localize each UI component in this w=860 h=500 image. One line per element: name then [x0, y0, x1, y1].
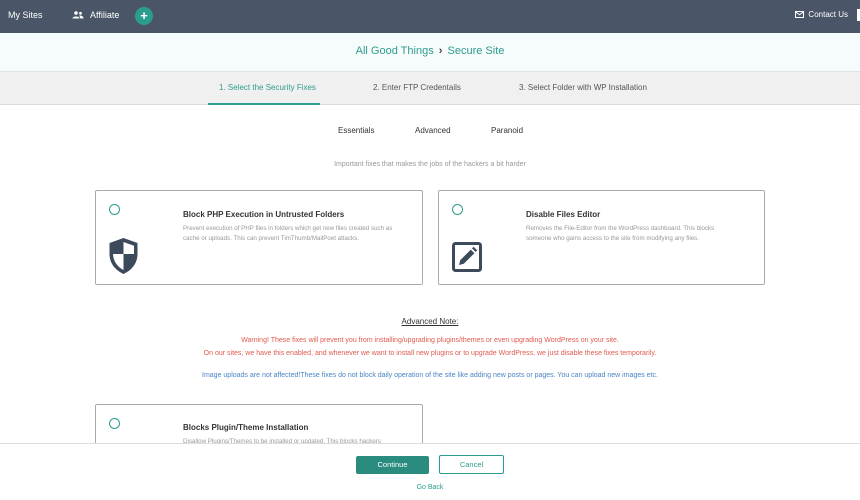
tab-paranoid[interactable]: Paranoid: [491, 126, 523, 135]
card-title: Disable Files Editor: [526, 210, 601, 219]
warning-text: Warning! These fixes will prevent you fr…: [241, 337, 619, 344]
add-site-button[interactable]: +: [135, 7, 153, 25]
contact-us-link[interactable]: Contact Us: [795, 10, 848, 19]
step-3[interactable]: 3. Select Folder with WP Installation: [519, 83, 647, 92]
wizard-steps: 1. Select the Security Fixes 2. Enter FT…: [0, 71, 860, 105]
contact-us-label: Contact Us: [808, 10, 848, 19]
card-description-line: someone who gains access to the site fro…: [526, 234, 699, 242]
card-description-line: Removes the File-Editor from the WordPre…: [526, 225, 715, 232]
affiliate-label: Affiliate: [90, 10, 120, 20]
users-icon: [72, 11, 84, 19]
go-back-link[interactable]: Go Back: [0, 484, 860, 491]
fix-card-block-php[interactable]: Block PHP Execution in Untrusted Folders…: [95, 190, 423, 285]
fix-card-disable-editor[interactable]: Disable Files Editor Removes the File-Ed…: [438, 190, 765, 285]
my-sites-link[interactable]: My Sites: [8, 10, 43, 20]
breadcrumb-site[interactable]: All Good Things: [356, 45, 434, 57]
page-header: All Good Things › Secure Site: [0, 33, 860, 71]
breadcrumb: All Good Things › Secure Site: [0, 45, 860, 57]
warning-text: On our sites, we have this enabled, and …: [203, 350, 657, 357]
mail-icon: [795, 11, 805, 18]
tab-advanced[interactable]: Advanced: [415, 126, 451, 135]
advanced-note-heading-text: Advanced Note:: [401, 317, 459, 326]
cancel-button[interactable]: Cancel: [439, 455, 504, 474]
breadcrumb-separator: ›: [438, 45, 443, 57]
card-title: Block PHP Execution in Untrusted Folders: [183, 210, 345, 219]
continue-button[interactable]: Continue: [356, 456, 429, 474]
step-1[interactable]: 1. Select the Security Fixes: [219, 83, 316, 92]
breadcrumb-page: Secure Site: [447, 45, 505, 57]
select-radio[interactable]: [452, 204, 463, 215]
edit-icon: [452, 242, 482, 272]
shield-icon: [109, 238, 138, 274]
card-description-line: Prevent execution of PHP files in folder…: [183, 225, 393, 232]
select-radio[interactable]: [109, 418, 120, 429]
card-description-line: cache or uploads. This can prevent TimTh…: [183, 234, 359, 242]
info-text: Image uploads are not affected!These fix…: [202, 372, 658, 379]
affiliate-link[interactable]: Affiliate: [72, 10, 119, 20]
tab-essentials[interactable]: Essentials: [338, 126, 374, 135]
advanced-note-heading: Advanced Note:: [0, 317, 860, 326]
action-bar: Continue Cancel Go Back: [0, 443, 860, 500]
top-navbar: My Sites Affiliate + Contact Us: [0, 0, 860, 33]
select-radio[interactable]: [109, 204, 120, 215]
card-title: Blocks Plugin/Theme Installation: [183, 423, 309, 432]
active-step-indicator: [208, 103, 320, 105]
section-subtitle: Important fixes that makes the jobs of t…: [334, 161, 526, 168]
step-2[interactable]: 2. Enter FTP Credentails: [373, 83, 461, 92]
